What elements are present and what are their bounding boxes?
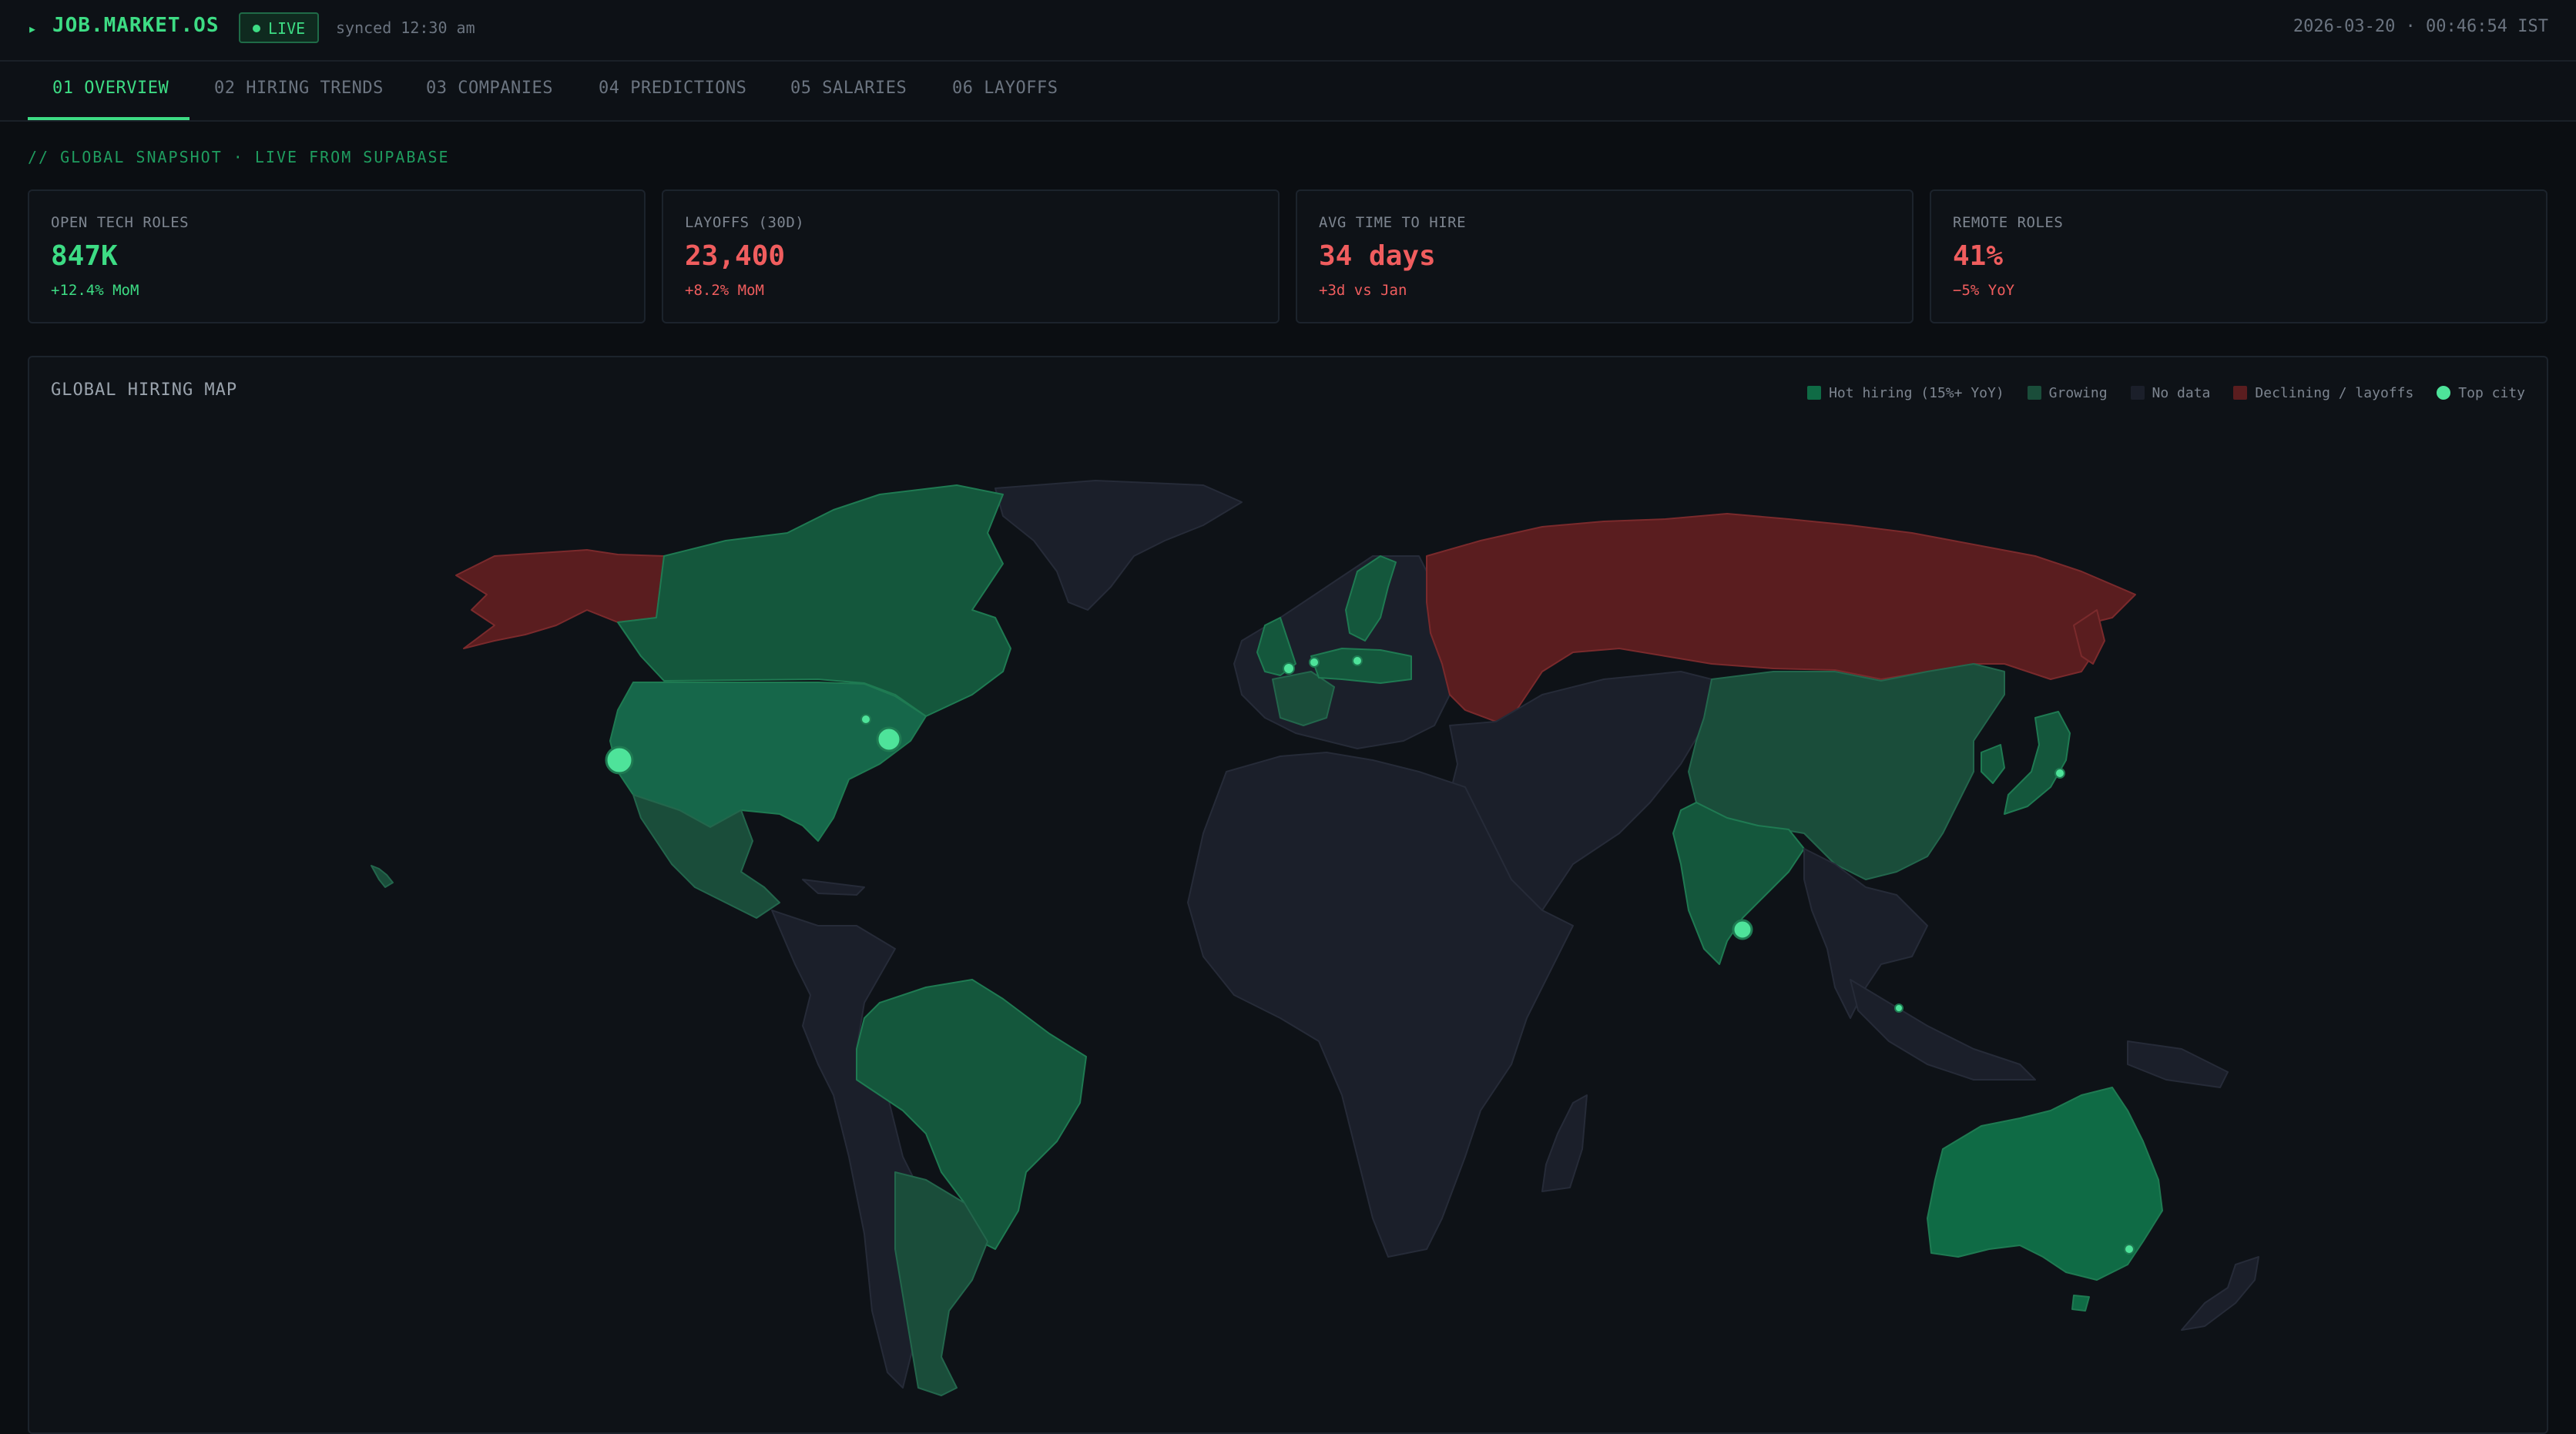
city-marker-toronto[interactable] <box>860 714 871 725</box>
legend-item-declining[interactable]: Declining / layoffs <box>2233 385 2413 401</box>
city-marker-singapore[interactable] <box>1894 1003 1903 1013</box>
sync-status: synced 12:30 am <box>336 18 475 37</box>
live-status-badge: LIVE <box>239 12 319 43</box>
map-legend: Hot hiring (15%+ YoY) Growing No data De… <box>1784 384 2525 402</box>
continents <box>371 480 2259 1396</box>
region-new-zealand <box>2181 1256 2259 1331</box>
kpi-label: AVG TIME TO HIRE <box>1319 214 1467 231</box>
kpi-card-time-to-hire: AVG TIME TO HIRE 34 days +3d vs Jan <box>1296 189 1914 323</box>
kpi-label: LAYOFFS (30D) <box>685 214 805 231</box>
region-tasmania <box>2071 1295 2090 1312</box>
live-badge-label: LIVE <box>268 19 306 38</box>
kpi-label: REMOTE ROLES <box>1953 214 2064 231</box>
city-marker-tokyo[interactable] <box>2054 768 2065 779</box>
country-korea[interactable] <box>1981 744 2005 784</box>
tab-layoffs[interactable]: 06 LAYOFFS <box>952 79 1058 98</box>
legend-swatch-icon <box>1807 386 1822 400</box>
section-label: // GLOBAL SNAPSHOT · LIVE FROM SUPABASE <box>28 148 450 166</box>
region-indonesia <box>1850 979 2036 1081</box>
kpi-change: +12.4% MoM <box>51 282 139 299</box>
region-hawaii <box>371 865 394 888</box>
legend-item-growing[interactable]: Growing <box>2027 384 2108 401</box>
city-marker-amsterdam[interactable] <box>1309 657 1320 668</box>
legend-swatch-icon <box>2233 386 2248 400</box>
top-city-dot-icon <box>2437 386 2451 400</box>
city-marker-sydney[interactable] <box>2124 1244 2135 1255</box>
app-brand[interactable]: JOB.MARKET.OS <box>52 14 220 37</box>
kpi-value: 23,400 <box>685 240 786 272</box>
region-madagascar <box>1541 1094 1588 1192</box>
kpi-change: −5% YoY <box>1953 282 2015 299</box>
top-bar: ▸ JOB.MARKET.OS LIVE synced 12:30 am 202… <box>0 0 2576 62</box>
city-marker-berlin[interactable] <box>1352 655 1363 666</box>
datetime-readout: 2026-03-20 · 00:46:54 IST <box>2293 17 2548 36</box>
legend-label: Growing <box>2048 384 2108 401</box>
country-greenland[interactable] <box>995 480 1243 611</box>
map-title: GLOBAL HIRING MAP <box>51 380 238 400</box>
legend-item-no-data[interactable]: No data <box>2130 384 2211 401</box>
region-south-america-north[interactable] <box>771 910 927 1389</box>
city-marker-london[interactable] <box>1283 662 1295 675</box>
tab-overview[interactable]: 01 OVERVIEW <box>52 79 169 98</box>
legend-label: Hot hiring (15%+ YoY) <box>1829 384 2004 401</box>
region-papua <box>2127 1040 2229 1088</box>
tab-companies[interactable]: 03 COMPANIES <box>426 79 553 98</box>
legend-label: Declining / layoffs <box>2255 384 2414 401</box>
city-marker-san-francisco[interactable] <box>605 745 634 775</box>
live-dot-icon <box>253 25 260 32</box>
kpi-card-layoffs: LAYOFFS (30D) 23,400 +8.2% MoM <box>662 189 1280 323</box>
country-japan[interactable] <box>2004 711 2071 815</box>
tab-salaries[interactable]: 05 SALARIES <box>790 79 907 98</box>
brand-arrow-icon: ▸ <box>28 19 38 38</box>
city-marker-new-york[interactable] <box>876 726 902 752</box>
kpi-value: 34 days <box>1319 240 1436 272</box>
legend-item-top-city[interactable]: Top city <box>2437 385 2525 401</box>
global-hiring-map-panel: GLOBAL HIRING MAP Hot hiring (15%+ YoY) … <box>28 356 2548 1434</box>
tab-predictions[interactable]: 04 PREDICTIONS <box>599 79 746 98</box>
active-tab-indicator <box>28 117 190 120</box>
kpi-change: +8.2% MoM <box>685 282 764 299</box>
legend-label: No data <box>2152 384 2211 401</box>
kpi-change: +3d vs Jan <box>1319 282 1407 299</box>
region-caribbean <box>802 879 865 896</box>
legend-label: Top city <box>2458 384 2525 401</box>
kpi-label: OPEN TECH ROLES <box>51 214 190 231</box>
kpi-card-remote-roles: REMOTE ROLES 41% −5% YoY <box>1930 189 2547 323</box>
kpi-value: 41% <box>1953 240 2004 272</box>
tab-hiring-trends[interactable]: 02 HIRING TRENDS <box>214 79 384 98</box>
legend-swatch-icon <box>2130 386 2145 400</box>
legend-item-hot-hiring[interactable]: Hot hiring (15%+ YoY) <box>1807 385 2004 401</box>
legend-swatch-icon <box>2027 386 2041 400</box>
world-map[interactable] <box>29 357 2547 1432</box>
tab-bar: 01 OVERVIEW 02 HIRING TRENDS 03 COMPANIE… <box>0 62 2576 122</box>
city-marker-bangalore[interactable] <box>1732 919 1753 940</box>
country-germany[interactable] <box>1310 648 1412 684</box>
kpi-value: 847K <box>51 240 118 272</box>
kpi-card-open-roles: OPEN TECH ROLES 847K +12.4% MoM <box>28 189 646 323</box>
